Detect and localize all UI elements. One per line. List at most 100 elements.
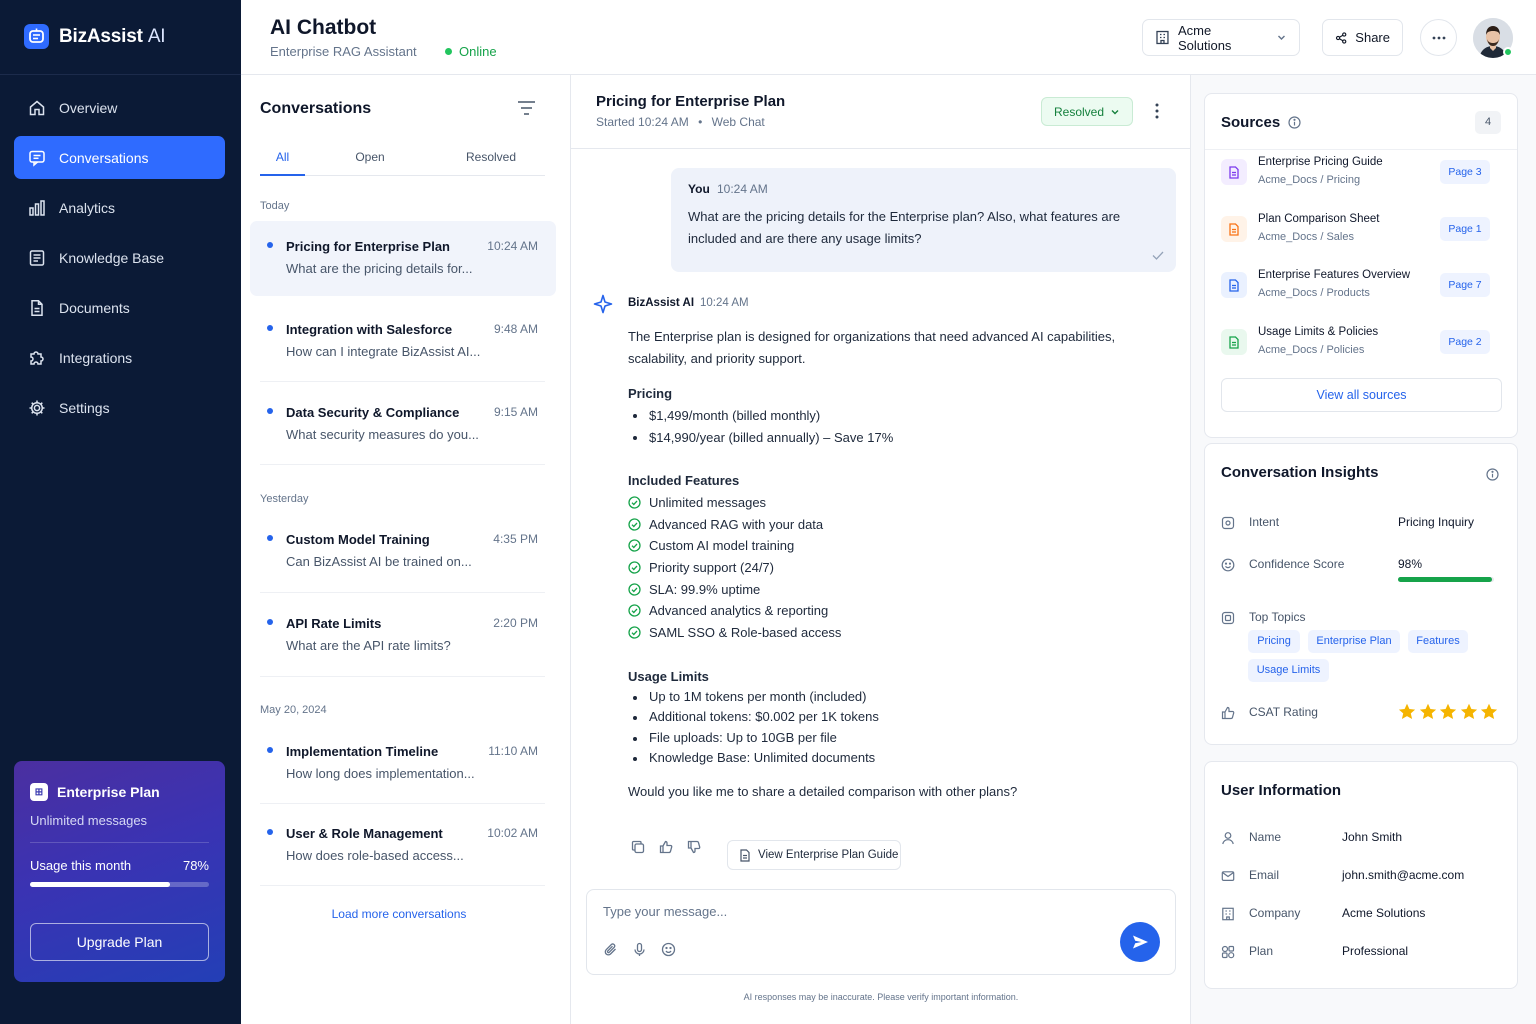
plan-title: Enterprise Plan — [57, 784, 160, 800]
source-page-badge[interactable]: Page 7 — [1440, 273, 1490, 297]
source-name: Enterprise Pricing Guide — [1258, 156, 1383, 168]
message-time: 10:24 AM — [717, 182, 768, 196]
source-item[interactable]: Usage Limits & Policies Acme_Docs / Poli… — [1221, 323, 1503, 363]
load-more-link[interactable]: Load more conversations — [241, 907, 557, 921]
tab-resolved[interactable]: Resolved — [456, 146, 526, 176]
user-info-label: Plan — [1249, 944, 1274, 958]
view-guide-button[interactable]: View Enterprise Plan Guide — [727, 840, 901, 870]
conversation-item[interactable]: Implementation Timeline 11:10 AM How lon… — [250, 726, 556, 801]
thumbs-up-icon — [1221, 706, 1235, 720]
sidebar-item-label: Overview — [59, 99, 118, 116]
conversation-time: 9:48 AM — [493, 322, 538, 336]
presence-dot-icon — [1503, 47, 1513, 57]
conversation-item[interactable]: Pricing for Enterprise Plan 10:24 AM Wha… — [250, 221, 556, 296]
microphone-icon[interactable] — [632, 942, 647, 957]
list-item: Additional tokens: $0.002 per 1K tokens — [628, 707, 1148, 727]
user-info-value[interactable]: john.smith@acme.com — [1342, 868, 1464, 882]
chevron-down-icon — [1111, 109, 1119, 114]
conversation-item[interactable]: User & Role Management 10:02 AM How does… — [250, 808, 556, 883]
sources-heading: Sources — [1221, 114, 1301, 131]
insight-csat: CSAT Rating — [1221, 703, 1503, 723]
tag-icon — [1221, 611, 1235, 625]
status-dropdown[interactable]: Resolved — [1041, 97, 1133, 126]
document-icon — [740, 848, 750, 862]
file-icon — [31, 299, 43, 316]
topic-chip[interactable]: Pricing — [1248, 630, 1300, 653]
conversation-item[interactable]: Data Security & Compliance 9:15 AM What … — [250, 387, 556, 462]
sidebar-item-settings[interactable]: Settings — [14, 386, 225, 429]
paperclip-icon[interactable] — [603, 942, 618, 957]
conversation-title: API Rate Limits — [286, 616, 382, 631]
conversation-title: Data Security & Compliance — [286, 405, 460, 420]
list-item: Unlimited messages — [628, 492, 1148, 514]
list-item: File uploads: Up to 10GB per file — [628, 728, 1148, 748]
csat-stars — [1398, 703, 1498, 720]
sidebar-item-label: Knowledge Base — [59, 249, 165, 266]
chat-header: Pricing for Enterprise Plan Started 10:2… — [571, 75, 1190, 149]
usage-label: Usage this month — [30, 858, 132, 873]
page-subtitle: Enterprise RAG Assistant — [270, 44, 417, 59]
sidebar-item-integrations[interactable]: Integrations — [14, 336, 225, 379]
conversation-item[interactable]: API Rate Limits 2:20 PM What are the API… — [250, 598, 556, 673]
conversation-time: 10:02 AM — [487, 826, 538, 840]
source-item[interactable]: Plan Comparison Sheet Acme_Docs / Sales … — [1221, 210, 1503, 250]
message-time: 10:24 AM — [700, 297, 749, 309]
user-info-label: Name — [1249, 830, 1282, 844]
tab-all[interactable]: All — [260, 146, 305, 176]
insight-value: 98% — [1398, 557, 1423, 571]
user-info-label: Email — [1249, 868, 1280, 882]
emoji-icon[interactable] — [661, 942, 676, 957]
tab-open[interactable]: Open — [340, 146, 400, 176]
message-input[interactable] — [603, 904, 1103, 919]
sidebar-item-analytics[interactable]: Analytics — [14, 186, 225, 229]
conversation-item[interactable]: Integration with Salesforce 9:48 AM How … — [250, 304, 556, 379]
filter-icon[interactable] — [517, 100, 536, 116]
organization-selector[interactable]: Acme Solutions — [1142, 19, 1300, 56]
conversation-preview: What security measures do you... — [286, 427, 479, 442]
more-vertical-icon — [1155, 103, 1159, 119]
source-page-badge[interactable]: Page 1 — [1440, 217, 1490, 241]
source-item[interactable]: Enterprise Features Overview Acme_Docs /… — [1221, 266, 1503, 306]
conversation-title: User & Role Management — [286, 826, 443, 841]
list-item: $1,499/month (billed monthly) — [628, 405, 1148, 427]
smile-icon — [1221, 558, 1235, 572]
sidebar-item-conversations[interactable]: Conversations — [14, 136, 225, 179]
insights-heading: Conversation Insights — [1221, 464, 1379, 481]
send-button[interactable] — [1120, 922, 1160, 962]
source-page-badge[interactable]: Page 3 — [1440, 160, 1490, 184]
user-icon — [1222, 832, 1234, 845]
source-page-badge[interactable]: Page 2 — [1440, 330, 1490, 354]
info-icon[interactable] — [1486, 468, 1499, 481]
gear-icon — [29, 400, 45, 415]
source-item[interactable]: Enterprise Pricing Guide Acme_Docs / Pri… — [1221, 153, 1503, 193]
chat-menu-button[interactable] — [1155, 103, 1159, 119]
conversation-title: Implementation Timeline — [286, 744, 439, 759]
share-button[interactable]: Share — [1322, 19, 1403, 56]
copy-icon[interactable] — [624, 840, 652, 854]
star-icon — [1398, 703, 1416, 719]
message-author: BizAssist AI — [628, 297, 695, 309]
disclaimer-text: AI responses may be inaccurate. Please v… — [743, 992, 1019, 1002]
usage-value: 78% — [182, 858, 209, 873]
check-circle-icon — [628, 496, 641, 509]
topic-chip[interactable]: Usage Limits — [1248, 659, 1329, 682]
bar-chart-icon — [29, 199, 45, 216]
conversations-heading: Conversations — [260, 100, 372, 117]
book-icon — [29, 249, 45, 266]
sidebar-item-knowledge-base[interactable]: Knowledge Base — [14, 236, 225, 279]
upgrade-plan-button[interactable]: Upgrade Plan — [30, 923, 209, 961]
more-options-button[interactable] — [1420, 19, 1457, 56]
pricing-heading: Pricing — [628, 386, 673, 401]
conversation-time: 10:24 AM — [487, 239, 538, 253]
view-all-sources-button[interactable]: View all sources — [1221, 378, 1502, 412]
sidebar-item-documents[interactable]: Documents — [14, 286, 225, 329]
topic-chip[interactable]: Features — [1408, 630, 1468, 653]
list-item: Up to 1M tokens per month (included) — [628, 687, 1148, 707]
usage-progress-fill — [30, 882, 170, 887]
thumbs-down-icon[interactable] — [680, 840, 708, 854]
thumbs-up-icon[interactable] — [652, 840, 680, 854]
topic-chip[interactable]: Enterprise Plan — [1308, 630, 1400, 653]
sidebar-item-overview[interactable]: Overview — [14, 86, 225, 129]
conversation-item[interactable]: Custom Model Training 4:35 PM Can BizAss… — [250, 514, 556, 589]
app-logo[interactable]: BizAssist AI — [24, 24, 166, 49]
